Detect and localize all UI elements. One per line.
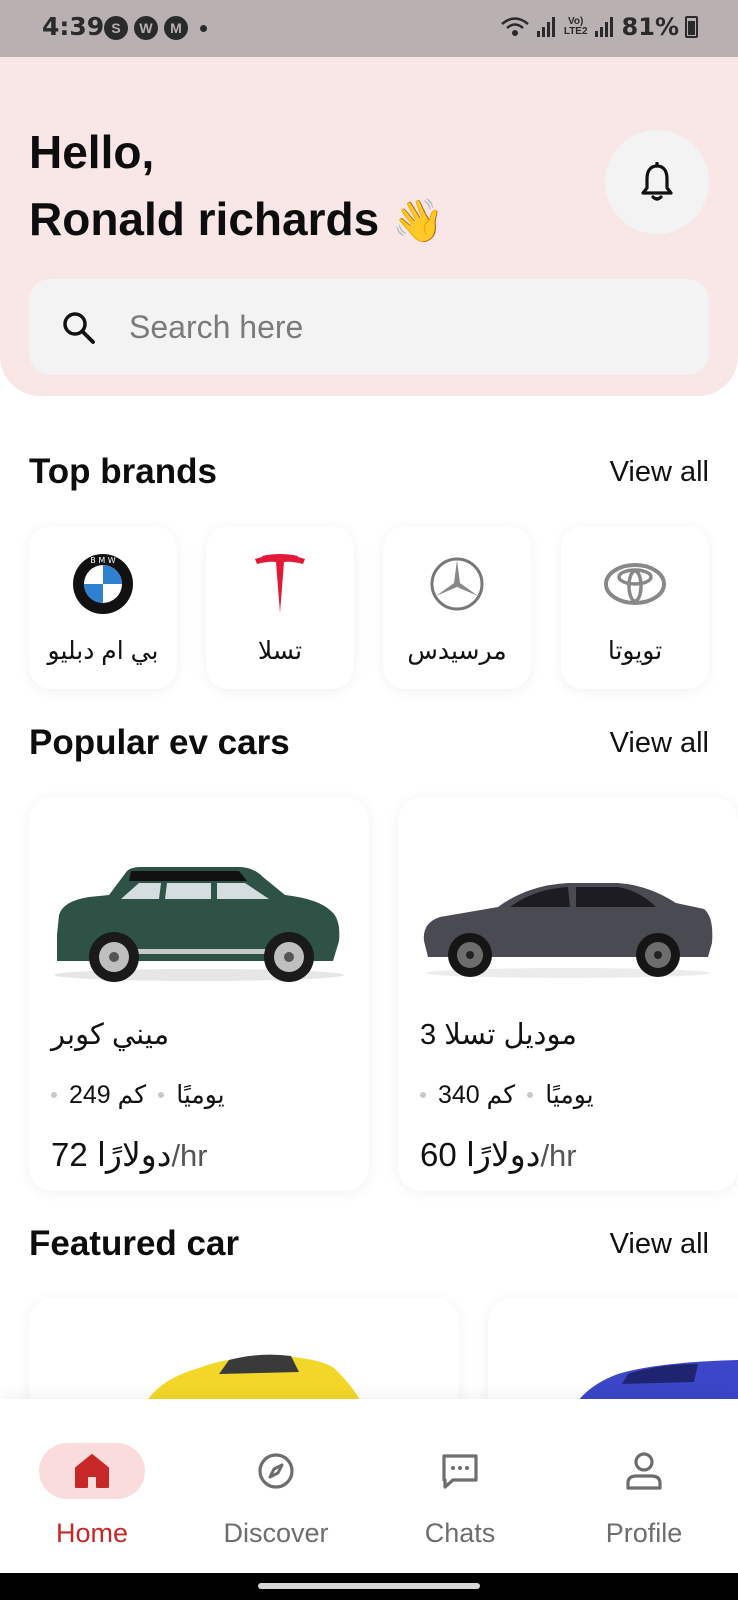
tesla-model-3-car-image [423,883,713,978]
search-bar[interactable] [29,279,709,375]
car-card-tesla-model-3[interactable]: موديل تسلا 3 340 كم يوميًا 60 دولارًا/hr [398,797,738,1191]
brand-card-tesla[interactable]: تسلا [206,526,354,689]
dot-separator [158,1092,165,1098]
app-notification-icon: M [164,16,188,40]
brand-name: بي ام دبليو [47,637,159,665]
car-range: 249 كم [69,1081,147,1109]
volte-indicator: Vo) LTE2 [563,16,588,37]
battery-percent: 81% [621,13,679,41]
chat-icon [442,1454,478,1489]
home-icon [75,1454,109,1488]
top-brands-title: Top brands [29,452,217,491]
greeting-hello: Hello, [29,126,155,178]
nav-profile[interactable]: Profile [552,1399,736,1573]
car-name: ميني كوبر [51,1019,170,1051]
status-indicators: Vo) LTE2 81% [500,13,698,41]
search-input[interactable] [129,301,669,353]
popular-ev-view-all[interactable]: View all [610,727,709,760]
car-period: يوميًا [545,1081,594,1109]
nav-discover[interactable]: Discover [184,1399,368,1573]
nav-label: Profile [605,1518,683,1548]
status-time: 4:39 [42,12,105,41]
mini-cooper-car-image [54,867,344,982]
top-brands-view-all[interactable]: View all [610,456,709,489]
car-range: 340 كم [438,1081,516,1109]
car-meta: 249 كم يوميًا [51,1080,225,1110]
greeting: Hello, Ronald richards 👋 [29,119,444,254]
brand-name: تسلا [257,637,303,665]
price-unit: /hr [540,1138,577,1173]
popular-ev-title: Popular ev cars [29,723,290,762]
car-meta: 340 كم يوميًا [420,1080,594,1110]
mercedes-logo [430,557,484,611]
greeting-user-name: Ronald richards 👋 [29,186,444,254]
dot-separator [527,1092,534,1098]
wifi-icon [501,17,529,36]
home-header: Hello, Ronald richards 👋 [0,57,738,396]
nav-label: Discover [223,1518,329,1548]
wave-emoji: 👋 [391,197,445,244]
battery-icon [685,16,698,38]
status-app-icons: S W M [104,16,207,40]
more-notifications-dot [200,24,207,32]
price-unit: /hr [171,1138,208,1173]
car-price: 72 دولارًا/hr [51,1135,208,1174]
bmw-logo: B M W [73,554,133,614]
price-value: 72 دولارًا [51,1136,172,1173]
tesla-logo [255,554,305,613]
user-name: Ronald richards [29,193,380,245]
brand-card-bmw[interactable]: B M W بي ام دبليو [29,526,177,689]
nav-chats[interactable]: Chats [368,1399,552,1573]
compass-icon [258,1453,294,1489]
app-notification-icon: S [104,16,128,40]
featured-car-view-all[interactable]: View all [610,1228,709,1261]
system-navigation-bar [0,1573,738,1600]
svg-text:B M W: B M W [90,556,115,565]
nav-label: Home [55,1518,129,1548]
car-card-mini-cooper[interactable]: ميني كوبر 249 كم يوميًا 72 دولارًا/hr [29,797,369,1191]
brand-card-toyota[interactable]: تويوتا [561,526,709,689]
car-price: 60 دولارًا/hr [420,1135,577,1174]
toyota-logo [604,563,666,605]
bottom-navigation: Home Discover Chats Profile [0,1399,738,1573]
signal-icon [536,17,555,37]
price-value: 60 دولارًا [420,1136,541,1173]
profile-icon [626,1452,662,1490]
notifications-button[interactable] [605,130,709,234]
search-icon [63,312,95,344]
bell-icon [641,162,673,201]
brand-card-mercedes[interactable]: مرسيدس [383,526,531,689]
home-indicator[interactable] [258,1583,480,1589]
featured-car-title: Featured car [29,1224,240,1263]
dot-separator [51,1092,57,1098]
car-period: يوميًا [176,1081,225,1109]
brand-name: تويوتا [607,637,663,665]
whatsapp-icon: W [134,16,158,40]
dot-separator [420,1092,426,1098]
nav-home[interactable]: Home [0,1399,184,1573]
brand-name: مرسيدس [407,637,507,665]
status-bar: 4:39 S W M Vo) LTE2 81% [0,0,738,57]
nav-label: Chats [424,1518,496,1548]
signal-icon [594,17,613,37]
car-name: موديل تسلا 3 [420,1019,577,1051]
